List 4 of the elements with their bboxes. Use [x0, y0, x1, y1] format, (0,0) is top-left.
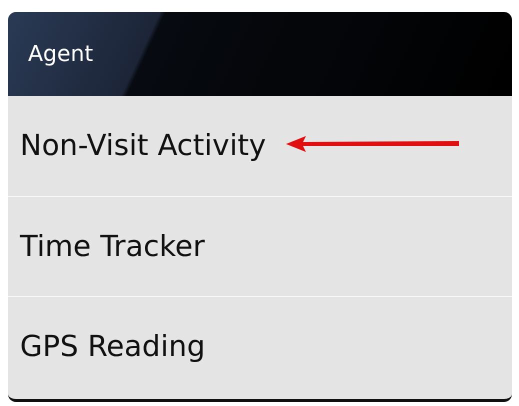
menu-item[interactable]: Non-Visit Activity — [8, 96, 512, 196]
menu-title: Agent — [28, 40, 94, 68]
menu-item[interactable]: Time Tracker — [8, 196, 512, 296]
menu-item[interactable]: GPS Reading — [8, 296, 512, 396]
